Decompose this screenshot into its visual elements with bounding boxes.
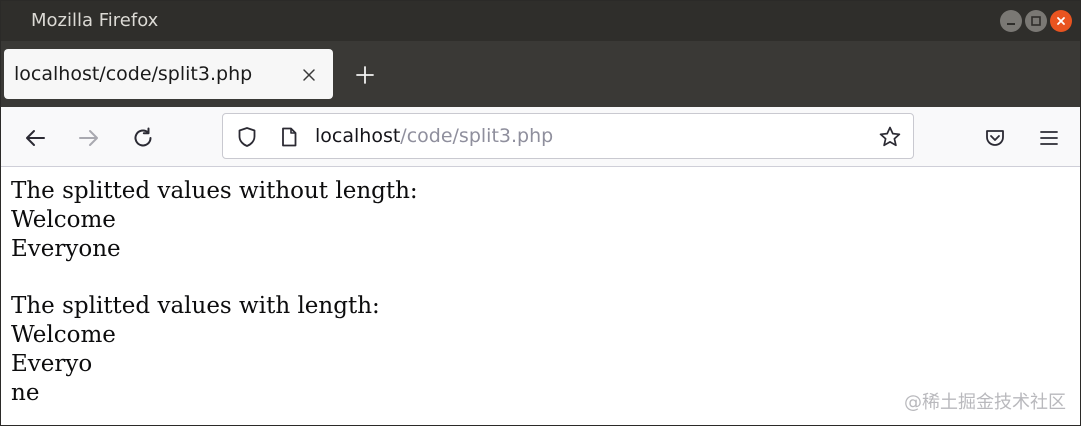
title-bar[interactable]: Mozilla Firefox [1,1,1080,41]
site-info-button[interactable] [277,125,301,149]
reload-icon [134,127,152,147]
window-controls [1000,10,1072,32]
page-content: The splitted values without length: Welc… [11,177,418,407]
maximize-icon [1031,16,1041,26]
app-menu-button[interactable] [1035,124,1063,152]
split-value: Everyo [11,350,93,377]
pocket-icon [986,130,1004,146]
watermark: @稀土掘金技术社区 [904,392,1066,413]
reload-button[interactable] [129,124,157,152]
browser-window: Mozilla Firefox localhost/code/split3.ph [0,0,1081,426]
arrow-right-icon [79,130,98,146]
window-title: Mozilla Firefox [31,10,159,31]
close-icon [1057,17,1065,25]
url-text[interactable]: localhost/code/split3.php [315,125,553,147]
maximize-button[interactable] [1025,10,1047,32]
split-value: ne [11,379,40,406]
split-value: Welcome [11,321,116,348]
url-path: /code/split3.php [400,125,554,147]
star-icon [879,126,901,147]
navigation-toolbar: localhost/code/split3.php [1,107,1080,167]
minimize-icon [1007,23,1015,25]
close-window-button[interactable] [1050,10,1072,32]
hamburger-menu-icon [1040,131,1058,145]
section-heading-with-length: The splitted values with length: [11,293,380,320]
new-tab-button[interactable] [352,62,378,88]
tab-strip: localhost/code/split3.php [1,41,1080,107]
url-host: localhost [315,125,401,147]
arrow-left-icon [26,130,45,146]
line-break [11,263,418,292]
address-bar[interactable]: localhost/code/split3.php [222,113,914,159]
section-heading-without-length: The splitted values without length: [11,178,418,204]
tab-split3[interactable]: localhost/code/split3.php [4,49,333,99]
split-value: Everyone [11,235,121,262]
back-button[interactable] [21,124,49,152]
split-value: Welcome [11,206,116,233]
shield-icon [238,127,256,147]
forward-button[interactable] [75,124,103,152]
tab-title: localhost/code/split3.php [14,63,253,85]
minimize-button[interactable] [1000,10,1022,32]
page-icon [282,127,297,147]
plus-icon [356,66,374,84]
tracking-protection-button[interactable] [235,125,259,149]
close-icon [303,69,315,81]
pocket-button[interactable] [981,124,1009,152]
bookmark-button[interactable] [878,125,902,149]
tab-close-button[interactable] [298,64,320,86]
